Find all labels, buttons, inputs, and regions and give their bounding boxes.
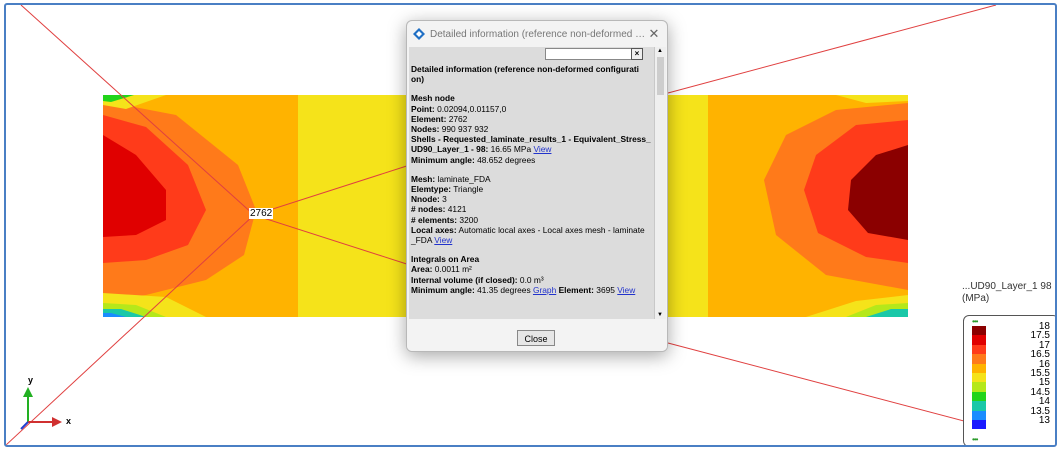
close-button[interactable]: Close	[517, 330, 555, 346]
mesh-node-title: Mesh node	[411, 93, 455, 104]
legend-swatch	[972, 326, 986, 336]
legend-swatch	[972, 410, 986, 420]
local-axes-row: Local axes: Automatic local axes - Local…	[411, 224, 645, 235]
dialog-title: Detailed information (reference non-defo…	[430, 28, 647, 40]
view-link-3[interactable]: View	[617, 285, 635, 295]
nodes-row: Nodes: 990 937 932	[411, 124, 489, 135]
axis-y-label: y	[28, 375, 34, 385]
legend-swatch	[972, 419, 986, 430]
point-row: Point: 0.02094,0.01157,0	[411, 103, 507, 114]
min-angle-row: Minimum angle: 48.652 degrees	[411, 154, 536, 165]
detailed-info-dialog: Detailed information (reference non-defo…	[406, 20, 668, 352]
legend-values: 18 17.5 17 16.5 16 15.5 15 14.5 14 13.5 13	[994, 321, 1050, 427]
volume-row: Internal volume (if closed): 0.0 m³	[411, 274, 544, 285]
nnode-row: Nnode: 3	[411, 194, 447, 205]
graph-link[interactable]: Graph	[533, 285, 556, 295]
num-nodes-row: # nodes: 4121	[411, 204, 467, 215]
legend-swatch	[972, 382, 986, 392]
scroll-down-arrow-icon[interactable]: ▼	[657, 312, 663, 318]
integrals-title: Integrals on Area	[411, 254, 480, 265]
min-angle-2-row: Minimum angle: 41.35 degrees Graph Eleme…	[411, 284, 636, 295]
legend-title-line2: (MPa)	[962, 293, 990, 304]
app-logo-icon	[413, 28, 425, 40]
scroll-up-arrow-icon[interactable]: ▲	[657, 48, 663, 54]
scroll-thumb[interactable]	[657, 57, 664, 95]
dialog-body: × Detailed information (reference non-de…	[409, 47, 666, 319]
legend-swatches	[972, 326, 986, 430]
color-legend: ••• 18 17.5 17 16.5 16 15.5 15 14.5 14 13.5 13 •••	[963, 315, 1055, 445]
legend-swatch	[972, 363, 986, 373]
search-field[interactable]: ×	[545, 48, 643, 60]
info-heading: Detailed information (reference non-defo…	[411, 64, 640, 85]
pick-line-5	[667, 5, 997, 94]
legend-swatch	[972, 344, 986, 355]
axis-y-arrow	[23, 387, 33, 397]
legend-swatch	[972, 335, 986, 345]
ud90-row: UD90_Layer_1 - 98: 16.65 MPa View	[411, 144, 552, 155]
local-axes-row-2: _FDA View	[411, 235, 453, 246]
legend-title-line1: ...UD90_Layer_1 98	[962, 281, 1052, 292]
legend-swatch	[972, 354, 986, 364]
legend-swatch	[972, 372, 986, 383]
legend-title: ...UD90_Layer_1 98 (MPa)	[962, 281, 1052, 305]
legend-swatch	[972, 401, 986, 411]
axis-x-arrow	[52, 417, 62, 427]
mesh-row: Mesh: laminate_FDA	[411, 173, 491, 184]
legend-bottom-dots: •••	[972, 435, 978, 444]
legend-value: 13	[1038, 415, 1050, 427]
shells-row: Shells - Requested_laminate_results_1 - …	[411, 134, 651, 145]
vertical-scrollbar[interactable]: ▲ ▼	[654, 47, 666, 319]
legend-top-dots: •••	[972, 317, 978, 326]
legend-swatch	[972, 391, 986, 402]
dialog-footer: Close	[407, 321, 667, 351]
view-link-2[interactable]: View	[434, 235, 452, 245]
clear-search-icon[interactable]: ×	[631, 48, 643, 60]
info-content[interactable]: × Detailed information (reference non-de…	[409, 47, 653, 319]
view-link[interactable]: View	[533, 144, 551, 154]
num-elements-row: # elements: 3200	[411, 214, 479, 225]
axis-x-label: x	[66, 416, 72, 426]
area-row: Area: 0.0011 m²	[411, 264, 472, 275]
element-row: Element: 2762	[411, 113, 468, 124]
dialog-titlebar[interactable]: Detailed information (reference non-defo…	[407, 21, 667, 47]
node-label: 2762	[249, 208, 274, 219]
dialog-close-icon[interactable]: ✕	[647, 26, 661, 42]
elemtype-row: Elemtype: Triangle	[411, 184, 484, 195]
